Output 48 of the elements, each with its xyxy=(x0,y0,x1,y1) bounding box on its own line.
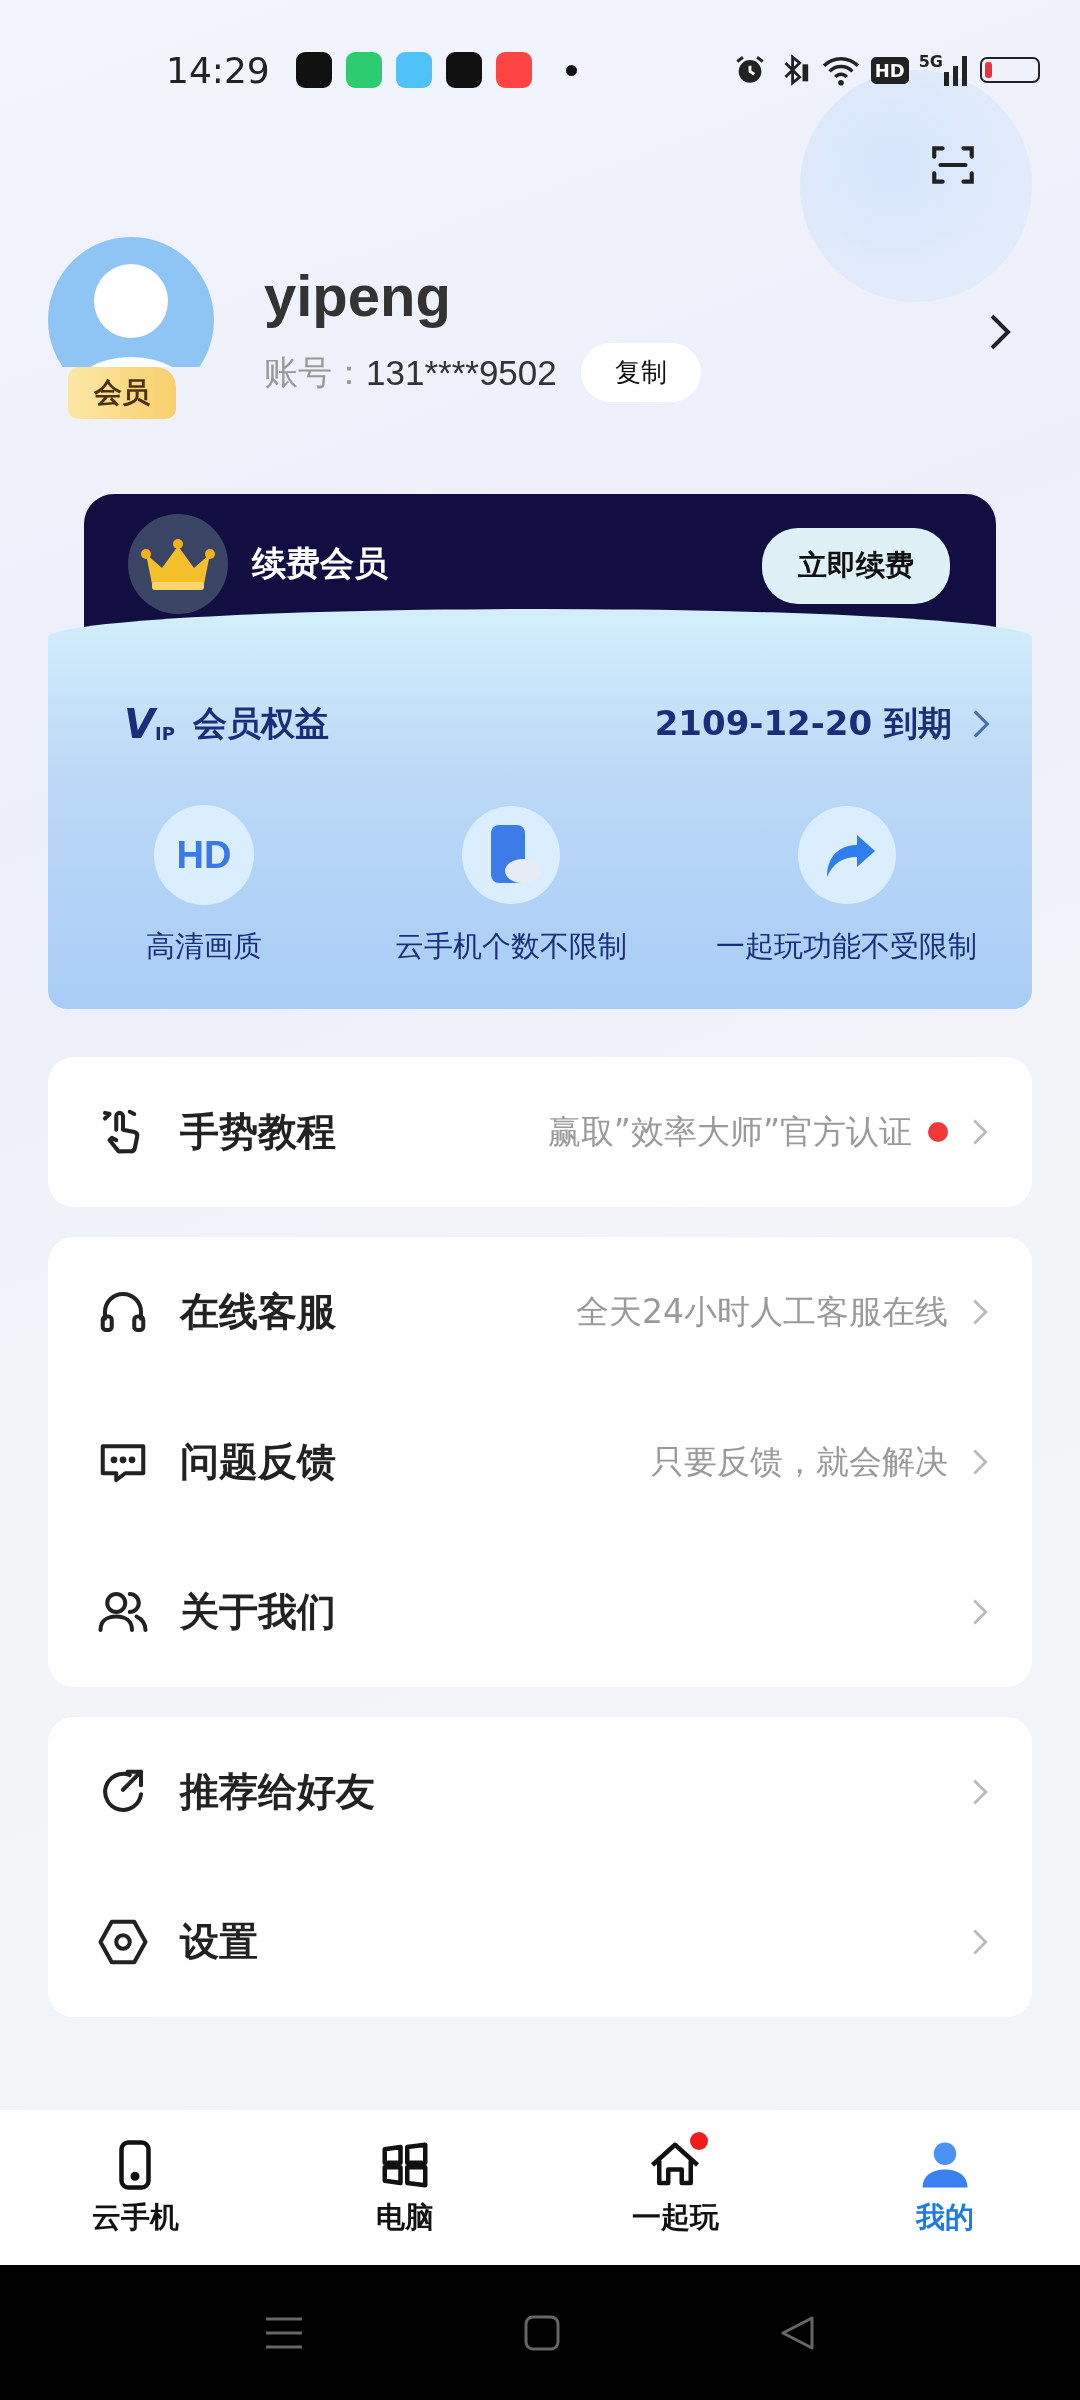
nav-tab[interactable]: 云手机 xyxy=(0,2125,270,2250)
signal-icon xyxy=(944,54,970,86)
user-name: yipeng xyxy=(264,262,452,329)
nav-tab[interactable]: 我的 xyxy=(810,2125,1080,2250)
nav-tab[interactable]: 一起玩 xyxy=(540,2125,810,2250)
benefits-title: 会员权益 xyxy=(192,702,329,745)
expiry-date: 2109-12-20 到期 xyxy=(654,702,952,745)
renew-button[interactable]: 立即续费 xyxy=(762,528,950,604)
menu-item[interactable]: 问题反馈 只要反馈，就会解决 xyxy=(48,1387,1032,1537)
menu-item[interactable]: 手势教程 赢取”效率大师”官方认证 xyxy=(48,1057,1032,1207)
copy-button[interactable]: 复制 xyxy=(580,343,701,402)
account-number: 131****9502 xyxy=(366,352,557,393)
cloud-phone-icon xyxy=(460,805,561,905)
renew-title: 续费会员 xyxy=(252,542,388,585)
back-icon[interactable] xyxy=(780,2314,816,2351)
network-label: 5G xyxy=(918,54,943,70)
crown-icon xyxy=(128,514,228,614)
menu-hint: 全天24小时人工客服在线 xyxy=(576,1290,948,1333)
home-square-icon[interactable] xyxy=(524,2314,560,2351)
app-notification-icon xyxy=(345,52,382,88)
menu-hint: 赢取”效率大师”官方认证 xyxy=(547,1110,912,1153)
vip-logo: VIP xyxy=(124,704,175,744)
menu-hint: 只要反馈，就会解决 xyxy=(651,1440,948,1483)
account-label: 账号： xyxy=(264,350,366,394)
app-notification-icon xyxy=(295,52,332,88)
hd-badge: HD xyxy=(870,56,909,84)
hd-icon: HD xyxy=(154,805,255,905)
app-notification-icon xyxy=(445,52,482,88)
menu-label: 关于我们 xyxy=(180,1588,336,1636)
menu-label: 设置 xyxy=(180,1918,258,1966)
menu-item[interactable]: 设置 xyxy=(48,1867,1032,2017)
menu-item[interactable]: 推荐给好友 xyxy=(48,1717,1032,1867)
more-notifications-icon xyxy=(565,64,577,76)
app-notification-icon xyxy=(495,52,532,88)
menu-label: 问题反馈 xyxy=(180,1438,336,1486)
app-notification-icon xyxy=(395,52,432,88)
benefit-label: 云手机个数不限制 xyxy=(394,928,627,965)
member-badge: 会员 xyxy=(68,367,176,419)
menu-label: 手势教程 xyxy=(180,1108,336,1156)
battery-icon xyxy=(980,57,1040,83)
benefit-label: 一起玩功能不受限制 xyxy=(716,928,978,965)
menu-item[interactable]: 在线客服 全天24小时人工客服在线 xyxy=(48,1237,1032,1387)
menu-label: 推荐给好友 xyxy=(180,1768,375,1816)
menu-item[interactable]: 关于我们 xyxy=(48,1537,1032,1687)
nav-tab[interactable]: 电脑 xyxy=(270,2125,540,2250)
benefit-label: 高清画质 xyxy=(146,928,263,965)
status-time: 14:29 xyxy=(166,49,270,91)
menu-label: 在线客服 xyxy=(180,1288,336,1336)
